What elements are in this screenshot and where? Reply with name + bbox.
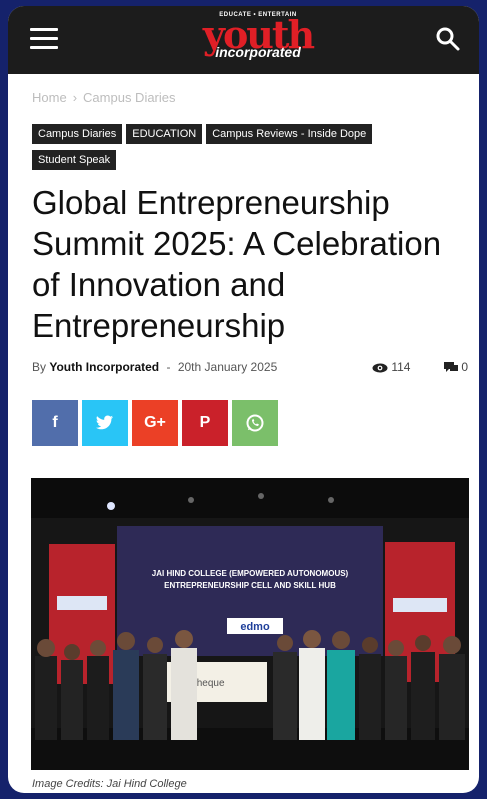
date-separator: -: [166, 360, 171, 374]
tag-education[interactable]: EDUCATION: [126, 124, 203, 144]
pinterest-icon: P: [199, 414, 211, 431]
googleplus-icon: G+: [144, 414, 166, 431]
whatsapp-share-button[interactable]: [232, 400, 278, 446]
breadcrumb-current[interactable]: Campus Diaries: [83, 90, 175, 105]
top-bar: EDUCATE • ENTERTAIN youth incorporated: [8, 6, 479, 74]
googleplus-share-button[interactable]: G+: [132, 400, 178, 446]
author-link[interactable]: Youth Incorporated: [49, 360, 159, 374]
breadcrumb-separator: ›: [72, 90, 78, 105]
tag-student-speak[interactable]: Student Speak: [32, 150, 117, 170]
whatsapp-icon: [246, 414, 264, 432]
pinterest-share-button[interactable]: P: [182, 400, 228, 446]
article-photo[interactable]: JAI HIND COLLEGE (EMPOWERED AUTONOMOUS) …: [31, 478, 469, 770]
twitter-share-button[interactable]: [82, 400, 128, 446]
tag-campus-diaries[interactable]: Campus Diaries: [32, 124, 123, 144]
banner-line-1: JAI HIND COLLEGE (EMPOWERED AUTONOMOUS): [152, 569, 349, 578]
publish-date: 20th January 2025: [177, 360, 278, 374]
facebook-share-button[interactable]: f: [32, 400, 78, 446]
search-icon[interactable]: [435, 26, 461, 52]
banner-sponsor: edmo: [240, 621, 270, 633]
comments-count[interactable]: 0: [444, 360, 468, 374]
views-count: 114: [372, 360, 410, 374]
comments-number: 0: [461, 360, 469, 374]
eye-icon: [372, 363, 388, 373]
article-meta: By Youth Incorporated - 20th January 202…: [32, 360, 472, 374]
share-buttons: f G+ P: [32, 400, 282, 446]
facebook-icon: f: [52, 414, 58, 431]
tag-campus-reviews[interactable]: Campus Reviews - Inside Dope: [206, 124, 373, 144]
photo-caption: Image Credits: Jai Hind College: [32, 778, 187, 790]
site-logo[interactable]: EDUCATE • ENTERTAIN youth incorporated: [188, 12, 328, 70]
banner-line-2: ENTREPRENEURSHIP CELL AND SKILL HUB: [164, 581, 336, 590]
event-photo-graphic: JAI HIND COLLEGE (EMPOWERED AUTONOMOUS) …: [31, 478, 469, 770]
phone-frame: EDUCATE • ENTERTAIN youth incorporated H…: [8, 6, 479, 793]
by-label: By: [32, 360, 47, 374]
breadcrumb-home[interactable]: Home: [32, 90, 67, 105]
views-number: 114: [391, 360, 411, 374]
menu-icon[interactable]: [30, 28, 58, 50]
breadcrumb: Home › Campus Diaries: [32, 90, 176, 105]
article-title: Global Entrepreneurship Summit 2025: A C…: [32, 184, 442, 344]
twitter-icon: [96, 415, 113, 430]
comment-icon: [444, 362, 458, 373]
category-tags: Campus Diaries EDUCATION Campus Reviews - …: [32, 124, 462, 176]
